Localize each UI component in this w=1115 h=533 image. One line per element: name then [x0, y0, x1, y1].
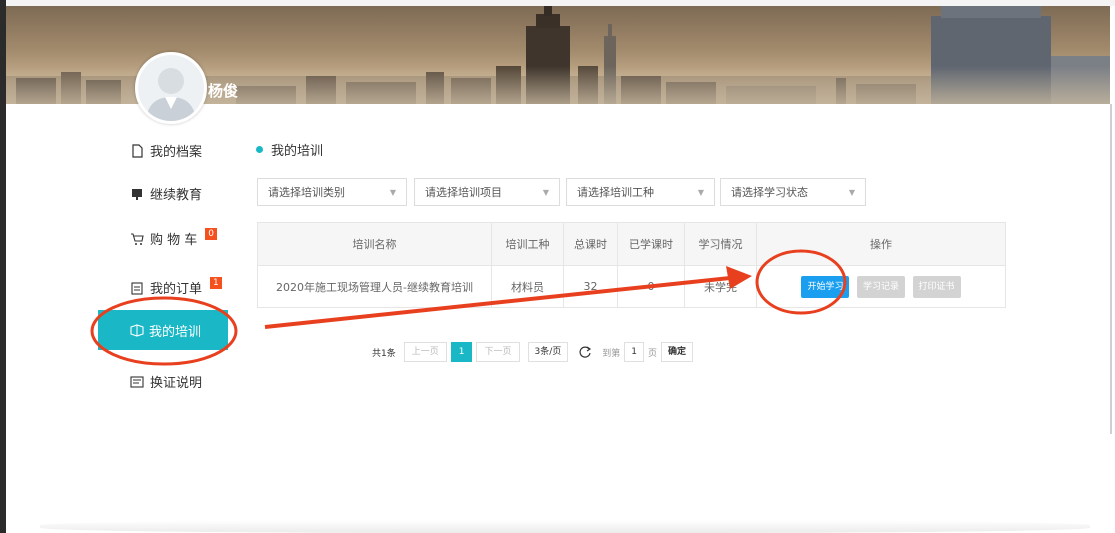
learned-hours-cell: 0 — [617, 265, 685, 308]
table-header-row: 培训名称 培训工种 总课时 已学课时 学习情况 操作 — [257, 222, 1006, 266]
page-title-text: 我的培训 — [271, 144, 324, 159]
cart-count-badge: 0 — [205, 227, 217, 240]
actions-cell: 开始学习 学习记录 打印证书 — [756, 265, 1006, 308]
refresh-icon[interactable] — [578, 345, 592, 359]
sidebar-item-cart[interactable]: 购 物 车 0 — [130, 227, 217, 248]
order-icon — [131, 281, 143, 295]
goto-confirm-button[interactable]: 确定 — [661, 342, 694, 362]
column-header: 学习情况 — [684, 222, 757, 266]
project-select[interactable]: 请选择培训项目 ▼ — [414, 178, 560, 206]
pagination: 共1条 上一页 1 下一页 3条/页 到第 1 页 确定 — [372, 342, 694, 362]
cart-icon — [131, 232, 144, 245]
learning-record-button[interactable]: 学习记录 — [856, 275, 905, 298]
chevron-down-icon: ▼ — [389, 188, 396, 197]
category-select[interactable]: 请选择培训类别 ▼ — [257, 178, 407, 206]
per-page-select[interactable]: 3条/页 — [527, 342, 569, 362]
column-header: 培训名称 — [257, 222, 492, 266]
current-page-button[interactable]: 1 — [450, 342, 473, 362]
sidebar-item-orders[interactable]: 我的订单 1 — [130, 276, 222, 297]
certificate-icon — [130, 375, 144, 388]
print-certificate-button[interactable]: 打印证书 — [912, 275, 961, 298]
prev-page-button[interactable]: 上一页 — [403, 342, 447, 362]
sidebar-item-profile[interactable]: 我的档案 — [130, 141, 202, 160]
sidebar-item-label: 换证说明 — [150, 376, 203, 391]
chevron-down-icon: ▼ — [542, 188, 549, 197]
training-name-cell: 2020年施工现场管理人员-继续教育培训 — [257, 265, 492, 308]
footer-shadow — [40, 520, 1090, 533]
goto-label: 到第 — [602, 348, 621, 359]
goto-page-input[interactable]: 1 — [624, 342, 645, 362]
status-select-text: 请选择学习状态 — [731, 186, 808, 199]
training-type-cell: 材料员 — [491, 265, 564, 308]
next-page-button[interactable]: 下一页 — [476, 342, 520, 362]
document-icon — [132, 143, 143, 158]
education-icon — [132, 188, 142, 200]
status-select[interactable]: 请选择学习状态 ▼ — [720, 178, 866, 206]
username: 杨俊 — [208, 82, 239, 100]
column-header: 操作 — [756, 222, 1006, 266]
avatar[interactable] — [135, 52, 207, 124]
status-cell: 未学完 — [684, 265, 757, 308]
sidebar-item-label: 我的培训 — [149, 324, 202, 340]
column-header: 培训工种 — [491, 222, 564, 266]
sidebar-item-training[interactable]: 我的培训 — [98, 310, 228, 350]
sidebar-item-certificate[interactable]: 换证说明 — [130, 372, 202, 391]
chevron-down-icon: ▼ — [848, 188, 855, 197]
sidebar-item-education[interactable]: 继续教育 — [130, 184, 202, 203]
scrollbar[interactable] — [1110, 104, 1112, 434]
sidebar-item-label: 继续教育 — [150, 188, 203, 203]
project-select-text: 请选择培训项目 — [425, 186, 502, 199]
sidebar-item-label: 购 物 车 — [150, 233, 198, 248]
column-header: 总课时 — [563, 222, 618, 266]
chevron-down-icon: ▼ — [697, 188, 704, 197]
order-count-badge: 1 — [210, 276, 222, 289]
worktype-select-text: 请选择培训工种 — [577, 186, 654, 199]
page-title: 我的培训 — [256, 140, 323, 159]
user-avatar-icon — [146, 68, 196, 121]
worktype-select[interactable]: 请选择培训工种 ▼ — [566, 178, 715, 206]
category-select-text: 请选择培训类别 — [268, 186, 345, 199]
start-learning-button[interactable]: 开始学习 — [801, 275, 850, 298]
table-row: 2020年施工现场管理人员-继续教育培训 材料员 32 0 未学完 开始学习 学… — [257, 265, 1006, 308]
sidebar-item-label: 我的订单 — [150, 282, 203, 297]
pager-total: 共1条 — [372, 348, 396, 359]
column-header: 已学课时 — [617, 222, 685, 266]
sidebar-item-label: 我的档案 — [150, 145, 203, 160]
page-unit-label: 页 — [648, 348, 658, 359]
training-icon — [130, 324, 144, 337]
total-hours-cell: 32 — [563, 265, 618, 308]
training-table: 培训名称 培训工种 总课时 已学课时 学习情况 操作 2020年施工现场管理人员… — [257, 222, 1006, 308]
title-dot-icon — [256, 146, 263, 153]
